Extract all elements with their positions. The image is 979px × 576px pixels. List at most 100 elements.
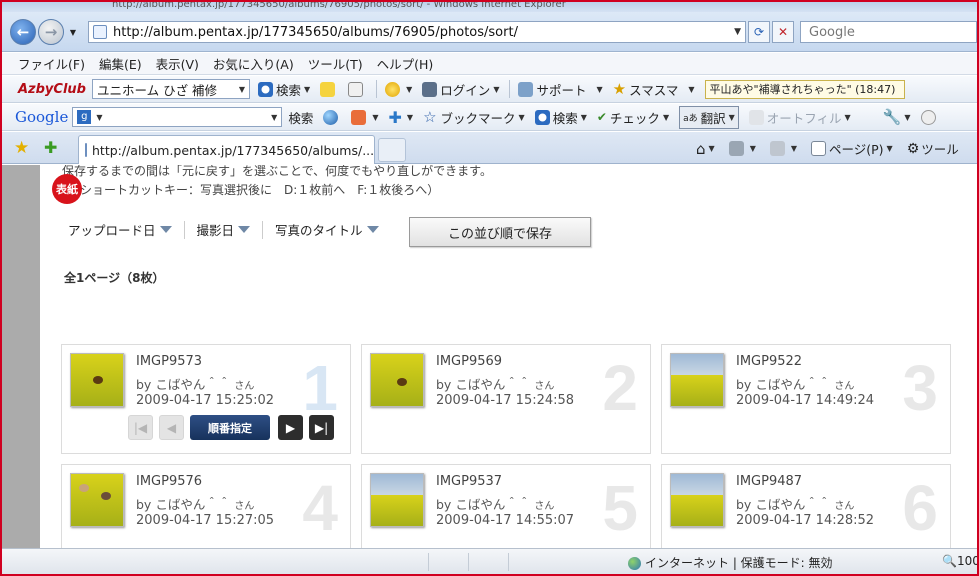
stop-icon[interactable]: ✕ [772,21,794,43]
page-menu-button[interactable]: ページ(P) ▼ [811,139,893,158]
login-icon [422,81,438,97]
google-logo[interactable]: Google [15,108,68,126]
tools-menu-button[interactable]: ⚙ ツール [907,139,959,158]
menu-file[interactable]: ファイル(F) [18,54,85,73]
bookmark-button[interactable]: ☆ ブックマーク ▼ [423,108,525,127]
chevron-down-icon: ▼ [596,84,603,94]
photo-date: 2009-04-17 14:49:24 [736,393,875,408]
print-button[interactable]: ▼ [769,141,797,156]
photo-order-number: 5 [602,472,638,544]
url-dropdown-icon[interactable]: ▼ [734,27,741,37]
move-last-button[interactable]: ▶| [309,415,334,440]
chevron-down-icon: ▼ [790,144,797,153]
photo-order-number: 2 [602,352,638,424]
photo-order-number: 4 [302,472,338,544]
chevron-down-icon: ▼ [844,112,851,122]
news-ticker[interactable]: 平山あや"補導されちゃった" (18:47) [704,79,905,99]
support-icon [518,81,534,97]
new-tab-button[interactable] [378,138,406,162]
photo-order-number: 3 [902,352,938,424]
url-text: http://album.pentax.jp/177345650/albums/… [113,24,518,40]
login-button[interactable]: ログイン ▼ [422,80,499,99]
security-zone[interactable]: インターネット | 保護モード: 無効 [628,554,833,571]
photo-thumbnail[interactable] [670,473,724,527]
forward-button[interactable]: → [38,19,64,45]
refresh-icon[interactable]: ⟳ [748,21,770,43]
support-button[interactable]: サポート ▼ [518,80,603,99]
sort-upload-date[interactable]: アップロード日 [68,220,172,239]
toolbar-divider [509,80,511,98]
photo-thumbnail[interactable] [370,353,424,407]
sort-title[interactable]: 写真のタイトル [275,220,379,239]
google-search-button[interactable]: 検索 [288,108,313,127]
signin-button[interactable] [920,109,939,125]
spellcheck-button[interactable]: ✔ チェック ▼ [597,108,669,127]
chevron-down-icon: ▼ [372,112,379,122]
azby-search-button[interactable]: 検索 ▼ [257,80,310,99]
move-next-button[interactable]: ▶ [278,415,303,440]
page-search-button[interactable] [348,81,366,97]
chevron-down-icon: ▼ [96,112,103,122]
menu-tools[interactable]: ツール(T) [308,54,363,73]
azby-logo[interactable]: AzbyClub [18,82,86,97]
google-search-input[interactable]: g ▼ ▼ [72,107,283,127]
tips-button[interactable]: ▼ [385,81,412,97]
photo-thumbnail[interactable] [70,353,124,407]
menu-view[interactable]: 表示(V) [156,54,199,73]
status-bar: インターネット | 保護モード: 無効 🔍100 [2,548,977,574]
highlight-button[interactable] [320,81,338,97]
photo-card[interactable]: IMGP9522 by こばやん＾＾ さん 2009-04-17 14:49:2… [661,344,951,454]
photo-thumbnail[interactable] [370,473,424,527]
star-outline-icon: ☆ [423,108,437,126]
back-button[interactable]: ← [10,19,36,45]
autofill-button[interactable]: オートフィル ▼ [748,108,851,127]
settings-button[interactable]: 🔧 ▼ [883,108,911,126]
translate-icon: aあ [683,113,698,124]
azby-search-select[interactable]: ユニホーム ひざ 補修 ▼ [91,79,250,99]
toolbar-divider [376,80,378,98]
photo-card[interactable]: IMGP9573 by こばやん＾＾ さん 2009-04-17 15:25:0… [61,344,351,454]
triangle-down-icon [366,226,379,233]
zoom-control[interactable]: 🔍100 [942,554,979,568]
pagerank-button[interactable]: ▼ [351,109,379,125]
google-earth-button[interactable] [323,109,341,125]
chevron-down-icon[interactable]: ▼ [271,113,277,122]
search-input[interactable]: Google [800,21,977,43]
save-order-button[interactable]: この並び順で保存 [409,217,591,247]
url-field[interactable]: http://album.pentax.jp/177345650/albums/… [88,21,746,43]
status-pane [508,553,548,571]
translate-button[interactable]: aあ 翻訳 ▼ [679,105,739,129]
menu-help[interactable]: ヘルプ(H) [377,54,434,73]
order-controls: |◀ ◀ 順番指定 ▶ ▶| [128,415,340,440]
photo-card[interactable]: IMGP9569 by こばやん＾＾ さん 2009-04-17 15:24:5… [361,344,651,454]
shortcut-note: （ショートカットキー：写真選択後に D:１枚前へ F:１枚後ろへ） [68,183,440,197]
doc-icon [348,81,364,97]
sort-upload-label: アップロード日 [68,223,156,238]
tab-album[interactable]: http://album.pentax.jp/177345650/albums/… [78,135,375,164]
move-first-button[interactable]: |◀ [128,415,153,440]
favorites-star-icon[interactable]: ★ [14,138,29,158]
photo-thumbnail[interactable] [670,353,724,407]
order-specify-button[interactable]: 順番指定 [190,415,270,440]
zoom-icon: 🔍 [942,554,957,568]
add-button[interactable]: ✚ ▼ [389,108,414,127]
printer-icon [769,141,785,156]
menu-favorites[interactable]: お気に入り(A) [213,54,294,73]
left-margin [2,165,40,548]
sort-shot-date[interactable]: 撮影日 [197,220,251,239]
login-label: ログイン [440,82,491,98]
photo-date: 2009-04-17 15:25:02 [136,393,275,408]
sumasuma-button[interactable]: ★ スマスマ ▼ [613,80,695,99]
move-prev-button[interactable]: ◀ [159,415,184,440]
home-button[interactable]: ⌂ ▼ [696,140,715,158]
zoom-level: 100 [956,554,979,568]
google-search2-button[interactable]: 検索 ▼ [534,108,587,127]
undo-note: 保存するまでの間は「元に戻す」を選ぶことで、何度でもやり直しができます。 [62,165,492,178]
feeds-button[interactable]: ▼ [728,141,756,156]
home-icon: ⌂ [696,139,706,158]
chevron-down-icon: ▼ [728,112,735,122]
add-favorites-icon[interactable]: ✚ [44,138,57,157]
menu-edit[interactable]: 編集(E) [99,54,142,73]
history-dropdown-icon[interactable]: ▼ [66,25,80,39]
photo-thumbnail[interactable] [70,473,124,527]
